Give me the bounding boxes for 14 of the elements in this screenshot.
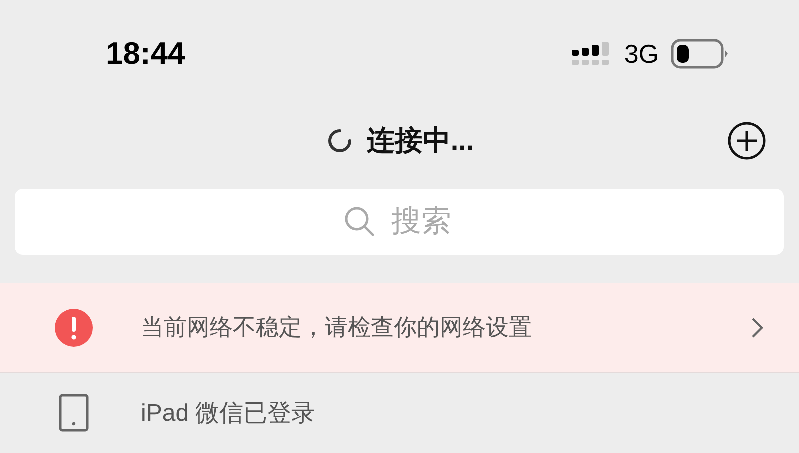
device-login-row[interactable]: iPad 微信已登录 (0, 373, 799, 453)
battery-icon (671, 39, 729, 69)
alert-icon (55, 308, 93, 346)
search-icon (344, 206, 376, 238)
network-label: 3G (624, 38, 659, 70)
tablet-icon (59, 394, 89, 432)
add-icon[interactable] (727, 121, 767, 161)
chevron-right-icon (751, 316, 765, 338)
status-time: 18:44 (106, 36, 186, 72)
search-field[interactable]: 搜索 (15, 189, 784, 255)
nav-title: 连接中... (366, 124, 474, 158)
network-alert-banner[interactable]: 当前网络不稳定，请检查你的网络设置 (0, 283, 799, 373)
alert-message: 当前网络不稳定，请检查你的网络设置 (141, 313, 533, 342)
device-login-text: iPad 微信已登录 (141, 399, 316, 429)
